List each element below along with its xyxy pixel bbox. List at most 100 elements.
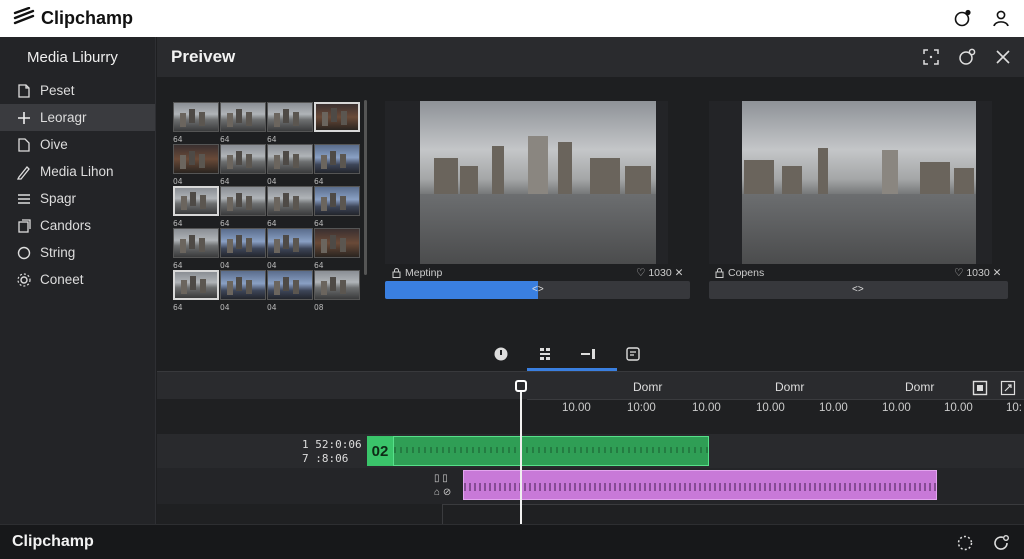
fit-timeline-icon[interactable] <box>969 377 991 399</box>
sidebar-item-label: Candors <box>40 218 92 233</box>
scrub-handle-icon[interactable]: <> <box>532 284 544 295</box>
close-icon[interactable]: ✕ <box>993 267 1002 279</box>
thumbnail[interactable]: 04 <box>267 144 313 186</box>
timeline-ruler[interactable] <box>157 371 1024 399</box>
app-title: Clipchamp <box>41 8 134 28</box>
track-divider <box>442 504 1024 505</box>
heart-icon: ♡ <box>636 267 646 279</box>
sidebar-item-peset[interactable]: Peset <box>0 77 155 104</box>
time-tick: 10.00 <box>944 402 973 414</box>
clip-file-icon[interactable]: ▯ ▯ <box>434 473 448 484</box>
preview-title: Preivew <box>171 47 236 66</box>
loading-icon[interactable] <box>954 532 976 554</box>
thumbnail[interactable]: 04 <box>220 228 266 270</box>
audio-waveform <box>464 483 936 491</box>
thumbnail[interactable]: 64 <box>173 228 219 270</box>
bottom-bar: Clipchamp <box>0 524 1024 559</box>
copy-icon <box>18 218 31 233</box>
audio-clip[interactable] <box>463 470 937 500</box>
sidebar-item-label: Spagr <box>40 191 77 206</box>
thumbnail[interactable]: 64 <box>314 228 360 270</box>
close-icon[interactable] <box>992 46 1014 68</box>
preview-right-scrubber[interactable]: <> <box>709 281 1008 299</box>
playback-controls <box>490 343 644 365</box>
time-tick: 10.00 <box>562 402 591 414</box>
sidebar-item-spagr[interactable]: Spagr <box>0 185 155 212</box>
thumbnail[interactable]: 64 <box>173 102 219 144</box>
close-icon[interactable]: ✕ <box>675 267 684 279</box>
thumbnail[interactable]: 64 <box>173 186 219 228</box>
time-tick: 10.00 <box>819 402 848 414</box>
thumbnail[interactable]: 04 <box>173 144 219 186</box>
app-brand[interactable]: Clipchamp <box>13 6 134 30</box>
notifications-icon[interactable] <box>952 7 974 29</box>
preview-pane-left[interactable] <box>385 101 668 264</box>
scrub-handle-icon[interactable]: <> <box>852 284 864 295</box>
thumbnail[interactable]: 08 <box>314 270 360 312</box>
thumbnail[interactable]: 64 <box>314 144 360 186</box>
doc-plus-icon <box>18 83 30 98</box>
playhead-handle[interactable] <box>515 380 527 392</box>
thumbnail[interactable]: 64 <box>220 102 266 144</box>
playhead[interactable] <box>520 387 522 524</box>
video-frame <box>742 101 976 264</box>
file-icon <box>18 137 30 152</box>
ruler-label: Domr <box>633 380 663 394</box>
sidebar-item-candors[interactable]: Candors <box>0 212 155 239</box>
sidebar-item-label: Media Lihon <box>40 164 114 179</box>
time-tick: 10.00 <box>882 402 911 414</box>
ruler-divider <box>527 399 1024 400</box>
preview-right-label: Copens <box>715 267 764 279</box>
sidebar-title: Media Liburry <box>27 48 118 66</box>
sidebar-item-oive[interactable]: Oive <box>0 131 155 158</box>
fullscreen-icon[interactable] <box>920 46 942 68</box>
preview-right-value: ♡ 1030 ✕ <box>954 267 1002 279</box>
clip-link-icon[interactable]: ⌂ ⊘ <box>434 487 451 498</box>
lock-icon <box>715 268 724 278</box>
thumbnail[interactable]: 64 <box>173 270 219 312</box>
thumbnail[interactable]: 64 <box>267 102 313 144</box>
trim-icon[interactable] <box>578 343 600 365</box>
sidebar-item-label: Coneet <box>40 272 84 287</box>
top-bar: Clipchamp <box>0 0 1024 37</box>
preview-left-scrubber[interactable]: <> <box>385 281 690 299</box>
sidebar-item-coneet[interactable]: Coneet <box>0 266 155 293</box>
time-tick: 10:00 <box>627 402 656 414</box>
thumbnail[interactable]: 04 <box>267 270 313 312</box>
gear-icon <box>17 272 31 287</box>
plus-icon <box>18 111 30 124</box>
expand-icon[interactable] <box>997 377 1019 399</box>
track-divider <box>442 504 443 524</box>
preview-left-value: ♡ 1030 ✕ <box>636 267 684 279</box>
ruler-label: Domr <box>905 380 935 394</box>
refresh-icon[interactable] <box>990 532 1012 554</box>
thumbnail[interactable]: 64 <box>220 144 266 186</box>
thumbnail[interactable]: 04 <box>267 228 313 270</box>
thumbnail[interactable]: 64 <box>267 186 313 228</box>
bottom-brand: Clipchamp <box>12 533 94 550</box>
thumbnail[interactable]: 64 <box>220 186 266 228</box>
thumbnail[interactable]: 04 <box>220 270 266 312</box>
preview-pane-right[interactable] <box>709 101 992 264</box>
ring-icon <box>17 246 31 259</box>
sidebar-item-leoragr[interactable]: Leoragr <box>0 104 155 131</box>
thumbnail[interactable] <box>314 102 360 135</box>
video-clip[interactable] <box>393 436 709 466</box>
marker-icon[interactable] <box>490 343 512 365</box>
track-time: 1 52:0:06 <box>302 438 362 451</box>
preview-header: Preivew <box>157 37 1024 77</box>
clip-number[interactable]: 02 <box>367 436 393 466</box>
grid-scrollbar[interactable] <box>364 100 367 275</box>
scrubber-progress-fill <box>385 281 538 299</box>
sidebar-item-media-lihon[interactable]: Media Lihon <box>0 158 155 185</box>
time-tick: 10.00 <box>756 402 785 414</box>
user-icon[interactable] <box>990 7 1012 29</box>
settings-icon[interactable] <box>956 46 978 68</box>
sidebar-item-string[interactable]: String <box>0 239 155 266</box>
thumbnail[interactable]: 64 <box>314 186 360 228</box>
caption-icon[interactable] <box>622 343 644 365</box>
list-icon <box>18 193 30 204</box>
split-icon[interactable] <box>534 343 556 365</box>
lock-icon <box>392 268 401 278</box>
sidebar-item-label: Leoragr <box>40 110 87 125</box>
